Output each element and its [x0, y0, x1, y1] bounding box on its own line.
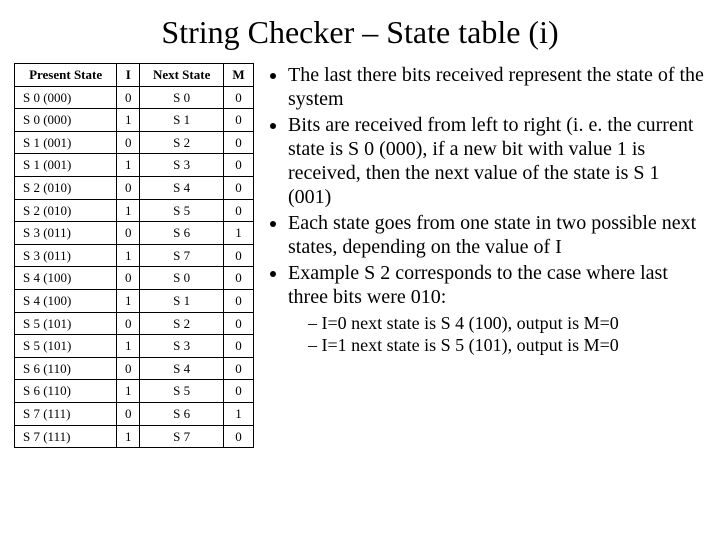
cell-next: S 6	[140, 402, 224, 425]
list-item: Bits are received from left to right (i.…	[288, 113, 706, 209]
table-row: S 0 (000)0S 00	[15, 86, 254, 109]
cell-present: S 7 (111)	[15, 402, 117, 425]
cell-present: S 1 (001)	[15, 131, 117, 154]
cell-i: 0	[117, 267, 140, 290]
cell-m: 0	[223, 86, 253, 109]
cell-present: S 4 (100)	[15, 267, 117, 290]
table-row: S 5 (101)0S 20	[15, 312, 254, 335]
cell-present: S 5 (101)	[15, 335, 117, 358]
cell-m: 1	[223, 402, 253, 425]
header-present: Present State	[15, 64, 117, 87]
cell-m: 1	[223, 222, 253, 245]
cell-m: 0	[223, 380, 253, 403]
cell-next: S 4	[140, 176, 224, 199]
cell-present: S 2 (010)	[15, 199, 117, 222]
cell-next: S 3	[140, 335, 224, 358]
cell-i: 1	[117, 380, 140, 403]
header-next: Next State	[140, 64, 224, 87]
bullet-list: The last there bits received represent t…	[268, 63, 706, 309]
cell-m: 0	[223, 267, 253, 290]
cell-m: 0	[223, 425, 253, 448]
table-row: S 6 (110)1S 50	[15, 380, 254, 403]
cell-present: S 3 (011)	[15, 244, 117, 267]
cell-next: S 6	[140, 222, 224, 245]
cell-next: S 1	[140, 289, 224, 312]
cell-i: 0	[117, 357, 140, 380]
cell-next: S 1	[140, 109, 224, 132]
cell-present: S 4 (100)	[15, 289, 117, 312]
header-i: I	[117, 64, 140, 87]
table-row: S 7 (111)1S 70	[15, 425, 254, 448]
cell-present: S 7 (111)	[15, 425, 117, 448]
cell-i: 1	[117, 425, 140, 448]
cell-m: 0	[223, 357, 253, 380]
table-row: S 3 (011)0S 61	[15, 222, 254, 245]
list-item: Each state goes from one state in two po…	[288, 211, 706, 259]
cell-next: S 0	[140, 86, 224, 109]
cell-present: S 6 (110)	[15, 380, 117, 403]
content-area: Present State I Next State M S 0 (000)0S…	[14, 63, 706, 448]
table-row: S 3 (011)1S 70	[15, 244, 254, 267]
cell-i: 1	[117, 289, 140, 312]
cell-i: 0	[117, 131, 140, 154]
cell-m: 0	[223, 176, 253, 199]
page-title: String Checker – State table (i)	[14, 14, 706, 51]
cell-i: 1	[117, 154, 140, 177]
cell-present: S 1 (001)	[15, 154, 117, 177]
cell-next: S 5	[140, 199, 224, 222]
cell-next: S 5	[140, 380, 224, 403]
table-row: S 5 (101)1S 30	[15, 335, 254, 358]
cell-present: S 0 (000)	[15, 86, 117, 109]
cell-m: 0	[223, 154, 253, 177]
cell-next: S 7	[140, 425, 224, 448]
list-item: – I=0 next state is S 4 (100), output is…	[308, 313, 706, 335]
table-row: S 6 (110)0S 40	[15, 357, 254, 380]
table-header-row: Present State I Next State M	[15, 64, 254, 87]
cell-m: 0	[223, 244, 253, 267]
table-row: S 4 (100)1S 10	[15, 289, 254, 312]
cell-present: S 6 (110)	[15, 357, 117, 380]
cell-m: 0	[223, 109, 253, 132]
table-row: S 1 (001)1S 30	[15, 154, 254, 177]
list-item: – I=1 next state is S 5 (101), output is…	[308, 335, 706, 357]
cell-next: S 7	[140, 244, 224, 267]
table-row: S 1 (001)0S 20	[15, 131, 254, 154]
description-panel: The last there bits received represent t…	[268, 63, 706, 356]
cell-next: S 2	[140, 131, 224, 154]
cell-m: 0	[223, 131, 253, 154]
table-row: S 7 (111)0S 61	[15, 402, 254, 425]
cell-i: 1	[117, 335, 140, 358]
cell-m: 0	[223, 289, 253, 312]
cell-present: S 5 (101)	[15, 312, 117, 335]
sub-list: – I=0 next state is S 4 (100), output is…	[268, 313, 706, 356]
cell-next: S 4	[140, 357, 224, 380]
cell-i: 0	[117, 402, 140, 425]
cell-i: 0	[117, 312, 140, 335]
table-row: S 4 (100)0S 00	[15, 267, 254, 290]
header-m: M	[223, 64, 253, 87]
cell-next: S 0	[140, 267, 224, 290]
cell-m: 0	[223, 312, 253, 335]
cell-i: 1	[117, 109, 140, 132]
cell-i: 0	[117, 86, 140, 109]
state-table: Present State I Next State M S 0 (000)0S…	[14, 63, 254, 448]
cell-i: 1	[117, 244, 140, 267]
list-item: Example S 2 corresponds to the case wher…	[288, 261, 706, 309]
cell-m: 0	[223, 199, 253, 222]
cell-next: S 3	[140, 154, 224, 177]
cell-m: 0	[223, 335, 253, 358]
cell-i: 0	[117, 222, 140, 245]
table-row: S 2 (010)1S 50	[15, 199, 254, 222]
cell-present: S 3 (011)	[15, 222, 117, 245]
list-item: The last there bits received represent t…	[288, 63, 706, 111]
table-row: S 0 (000)1S 10	[15, 109, 254, 132]
cell-i: 0	[117, 176, 140, 199]
cell-present: S 0 (000)	[15, 109, 117, 132]
cell-next: S 2	[140, 312, 224, 335]
table-row: S 2 (010)0S 40	[15, 176, 254, 199]
cell-present: S 2 (010)	[15, 176, 117, 199]
cell-i: 1	[117, 199, 140, 222]
